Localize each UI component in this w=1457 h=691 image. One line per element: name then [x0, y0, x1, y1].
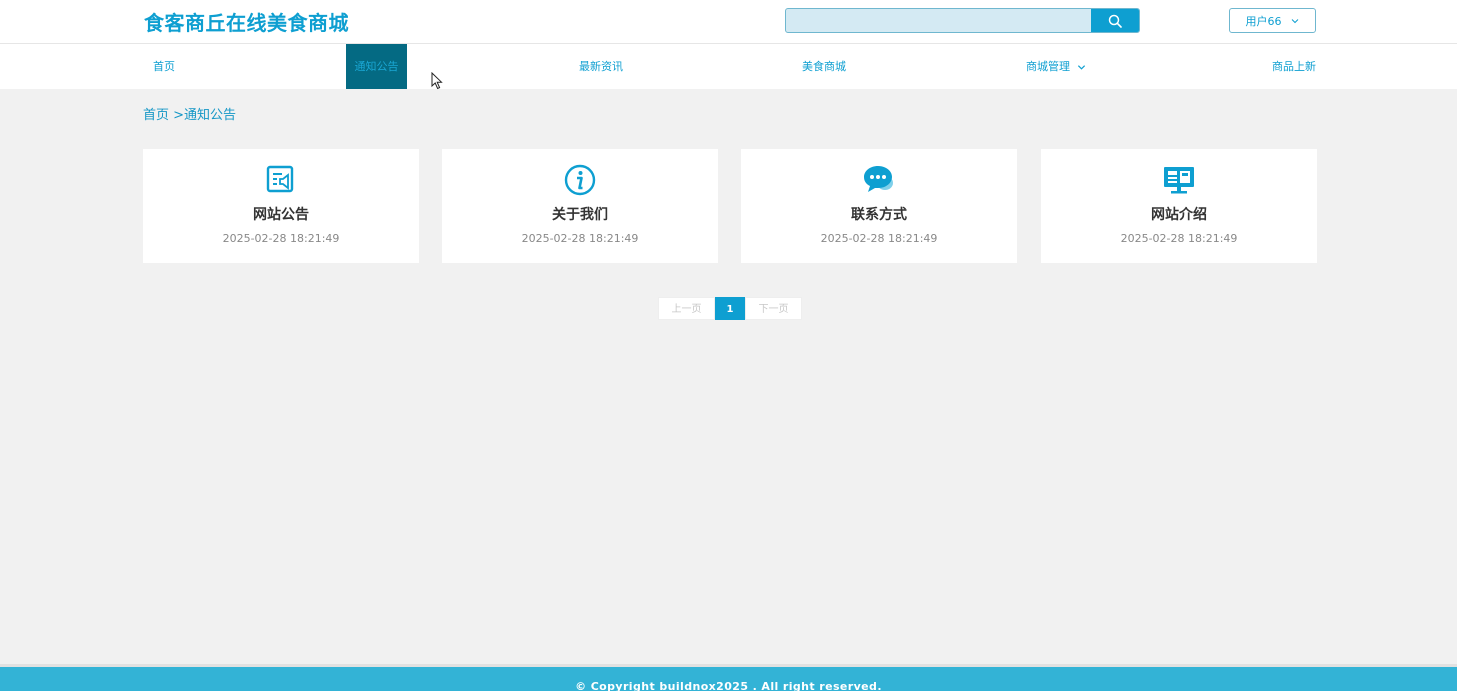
breadcrumb-current[interactable]: 通知公告: [184, 108, 236, 123]
nav-item-label: 首页: [153, 60, 175, 73]
breadcrumb-home[interactable]: 首页: [143, 108, 169, 123]
nav-item-home[interactable]: 首页: [153, 44, 175, 89]
breadcrumb-separator: >: [169, 108, 185, 123]
chat-icon: [864, 166, 893, 192]
info-icon: [564, 164, 596, 196]
nav-item-new-products[interactable]: 商品上新: [1272, 44, 1316, 89]
pagination: 上一页 1 下一页: [658, 297, 802, 320]
nav-item-label: 通知公告: [354, 60, 399, 73]
monitor-icon: [1164, 167, 1194, 194]
footer-copyright: © Copyright buildnox2025 . All right res…: [575, 680, 882, 691]
user-menu-button[interactable]: 用户66: [1229, 8, 1316, 33]
card-date: 2025-02-28 18:21:49: [521, 232, 639, 245]
search-button[interactable]: [1091, 9, 1139, 32]
nav-item-news[interactable]: 最新资讯: [579, 44, 623, 89]
mouse-cursor-icon: [431, 72, 443, 90]
card-title: 关于我们: [552, 207, 608, 223]
card-date: 2025-02-28 18:21:49: [820, 232, 938, 245]
main-nav: 首页 通知公告 最新资讯 美食商城 商城管理 商品上新: [0, 44, 1457, 89]
user-name: 用户66: [1245, 14, 1282, 28]
nav-item-food-mall[interactable]: 美食商城: [802, 44, 846, 89]
card-date: 2025-02-28 18:21:49: [1120, 232, 1238, 245]
chevron-down-icon: [1077, 64, 1085, 70]
header: 食客商丘在线美食商城 用户66: [0, 0, 1457, 44]
footer: © Copyright buildnox2025 . All right res…: [0, 664, 1457, 691]
prev-page-button[interactable]: 上一页: [658, 297, 715, 320]
breadcrumb: 首页 >通知公告: [143, 104, 236, 123]
nav-item-label: 美食商城: [802, 60, 846, 73]
notice-card-announcement[interactable]: 网站公告 2025-02-28 18:21:49: [143, 149, 419, 263]
nav-item-notices[interactable]: 通知公告: [346, 44, 407, 89]
card-title: 网站公告: [253, 207, 309, 223]
page-number-current[interactable]: 1: [715, 297, 745, 320]
notice-card-site-intro[interactable]: 网站介绍 2025-02-28 18:21:49: [1041, 149, 1317, 263]
search-icon: [1108, 14, 1122, 28]
search-input[interactable]: [786, 9, 1092, 32]
nav-item-mall-management[interactable]: 商城管理: [1026, 44, 1086, 89]
card-title: 联系方式: [851, 207, 907, 223]
card-title: 网站介绍: [1151, 207, 1207, 223]
nav-item-label: 商品上新: [1272, 60, 1316, 73]
site-title[interactable]: 食客商丘在线美食商城: [144, 7, 349, 36]
notice-card-contact[interactable]: 联系方式 2025-02-28 18:21:49: [741, 149, 1017, 263]
page: 食客商丘在线美食商城 用户66 首页 通知公告 最新资讯 美食商城 商城管理 商…: [0, 0, 1457, 691]
nav-item-label: 最新资讯: [579, 60, 623, 73]
chevron-down-icon: [1291, 18, 1298, 23]
announcement-icon: [266, 165, 294, 193]
card-date: 2025-02-28 18:21:49: [222, 232, 340, 245]
notice-card-about-us[interactable]: 关于我们 2025-02-28 18:21:49: [442, 149, 718, 263]
nav-item-label: 商城管理: [1026, 60, 1070, 73]
next-page-button[interactable]: 下一页: [745, 297, 802, 320]
search-box: [785, 8, 1140, 33]
